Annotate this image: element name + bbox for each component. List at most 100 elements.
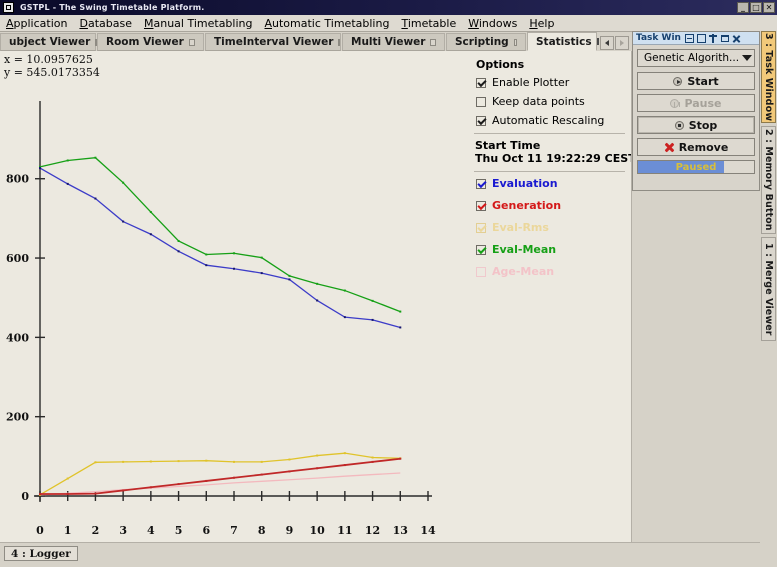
menu-windows[interactable]: Windows <box>462 16 523 31</box>
maximize-button[interactable]: □ <box>750 2 762 13</box>
title-bar: GSTPL - The Swing Timetable Platform. _ … <box>0 0 777 16</box>
statistics-panel: x = 10.0957625 y = 545.0173354 0 200 400 60… <box>0 51 632 542</box>
tab-timeinterval-viewer[interactable]: TimeInterval Viewer <box>205 33 341 51</box>
task-window: Task Win Genetic Algorith... Start Pause <box>632 31 760 191</box>
menu-automatic-timetabling[interactable]: Automatic Timetabling <box>258 16 395 31</box>
checkbox-icon[interactable] <box>476 96 486 107</box>
options-heading: Options <box>476 58 525 71</box>
legend-item-eval-mean[interactable]: Eval-Mean <box>476 243 625 256</box>
maximize-icon[interactable] <box>696 33 706 43</box>
menu-label: utomatic Timetabling <box>272 16 390 30</box>
svg-text:9: 9 <box>286 524 294 537</box>
svg-text:8: 8 <box>258 524 266 537</box>
start-button[interactable]: Start <box>637 72 755 90</box>
menu-bar: Application Database Manual Timetabling … <box>0 15 777 32</box>
tab-close-icon[interactable] <box>596 38 599 45</box>
window-system-icon[interactable] <box>3 2 14 13</box>
next-tab-icon[interactable] <box>615 36 629 50</box>
menu-mnemonic: A <box>6 16 14 30</box>
tab-subject-viewer[interactable]: ubject Viewer <box>0 33 98 51</box>
tab-multi-viewer[interactable]: Multi Viewer <box>342 33 445 51</box>
sidebar-item-merge-viewer[interactable]: 1 : Merge Viewer <box>761 237 776 341</box>
menu-help[interactable]: Help <box>523 16 560 31</box>
menu-mnemonic: H <box>529 16 538 30</box>
task-status-label: Paused <box>675 161 717 173</box>
svg-text:800: 800 <box>6 173 29 186</box>
option-automatic-rescaling[interactable]: Automatic Rescaling <box>476 114 625 127</box>
task-window-body: Genetic Algorith... Start Pause Stop Rem… <box>633 45 759 174</box>
close-icon[interactable] <box>732 34 741 43</box>
legend-item-eval-rms[interactable]: Eval-Rms <box>476 221 625 234</box>
application-window: GSTPL - The Swing Timetable Platform. _ … <box>0 0 777 567</box>
svg-text:11: 11 <box>337 524 352 537</box>
menu-mnemonic: D <box>79 16 88 30</box>
checkbox-icon[interactable] <box>476 244 486 255</box>
pause-button-label: Pause <box>684 96 722 110</box>
stop-button-label: Stop <box>688 118 718 132</box>
option-label: Keep data points <box>492 95 585 108</box>
legend-item-generation[interactable]: Generation <box>476 199 625 212</box>
legend-label: Eval-Rms <box>492 221 549 234</box>
option-keep-data-points[interactable]: Keep data points <box>476 95 625 108</box>
tab-statistics[interactable]: Statistics <box>527 32 599 51</box>
menu-application[interactable]: Application <box>0 16 73 31</box>
minimize-icon[interactable] <box>684 33 694 43</box>
svg-text:4: 4 <box>147 524 155 537</box>
option-enable-plotter[interactable]: Enable Plotter <box>476 76 625 89</box>
sidebar-item-memory-button[interactable]: 2 : Memory Button <box>761 126 776 234</box>
svg-text:13: 13 <box>393 524 408 537</box>
checkbox-icon[interactable] <box>476 178 486 189</box>
side-tab-label: 2 : Memory Button <box>763 129 774 231</box>
line-chart[interactable]: 02004006008000 1 2 3 4 5 6 7 8 9 10 11 12 13 14 <box>0 51 467 542</box>
tab-label: Scripting <box>455 36 509 48</box>
window-controls: _ □ ✕ <box>736 2 777 13</box>
remove-button[interactable]: Remove <box>637 138 755 156</box>
sidebar-item-task-window[interactable]: 3 : Task Window <box>761 31 776 123</box>
chevron-down-icon <box>742 55 752 61</box>
plot-area[interactable]: 0 200 400 600 800 0 1 2 3 4 5 6 7 8 9 10 11 12 13 14 <box>0 51 467 542</box>
svg-text:14: 14 <box>420 524 436 537</box>
task-select[interactable]: Genetic Algorith... <box>637 49 755 67</box>
close-button[interactable]: ✕ <box>763 2 775 13</box>
status-bar: 4 : Logger <box>0 542 760 567</box>
tab-close-icon[interactable] <box>338 38 341 46</box>
menu-manual-timetabling[interactable]: Manual Timetabling <box>138 16 259 31</box>
checkbox-icon[interactable] <box>476 115 486 126</box>
checkbox-icon[interactable] <box>476 266 486 277</box>
tab-room-viewer[interactable]: Room Viewer <box>97 33 204 51</box>
minimize-button[interactable]: _ <box>737 2 749 13</box>
svg-text:200: 200 <box>6 411 29 424</box>
svg-text:5: 5 <box>175 524 183 537</box>
legend-label: Eval-Mean <box>492 243 557 256</box>
menu-label: elp <box>537 16 555 30</box>
task-window-title: Task Win <box>636 33 681 43</box>
divider <box>474 171 625 172</box>
pin-icon[interactable] <box>708 33 718 43</box>
tab-label: TimeInterval Viewer <box>214 36 334 48</box>
logger-button[interactable]: 4 : Logger <box>4 546 78 561</box>
menu-timetable[interactable]: Timetable <box>395 16 462 31</box>
option-label: Enable Plotter <box>492 76 570 89</box>
window-title: GSTPL - The Swing Timetable Platform. <box>20 3 205 12</box>
option-label: Automatic Rescaling <box>492 114 605 127</box>
stop-button[interactable]: Stop <box>637 116 755 134</box>
menu-database[interactable]: Database <box>73 16 138 31</box>
checkbox-icon[interactable] <box>476 77 486 88</box>
menu-label: atabase <box>87 16 132 30</box>
pause-icon <box>670 98 680 108</box>
legend-item-evaluation[interactable]: Evaluation <box>476 177 625 190</box>
menu-label: imetable <box>407 16 457 30</box>
checkbox-icon[interactable] <box>476 200 486 211</box>
menu-mnemonic: W <box>468 16 479 30</box>
tab-close-icon[interactable] <box>513 38 517 46</box>
svg-text:10: 10 <box>309 524 325 537</box>
menu-label: anual Timetabling <box>153 16 253 30</box>
legend-item-age-mean[interactable]: Age-Mean <box>476 265 625 278</box>
tab-close-icon[interactable] <box>188 38 195 46</box>
tab-close-icon[interactable] <box>430 38 436 46</box>
tab-navigation <box>600 36 629 51</box>
checkbox-icon[interactable] <box>476 222 486 233</box>
prev-tab-icon[interactable] <box>600 36 614 50</box>
float-icon[interactable] <box>720 34 729 42</box>
tab-scripting[interactable]: Scripting <box>446 33 526 51</box>
